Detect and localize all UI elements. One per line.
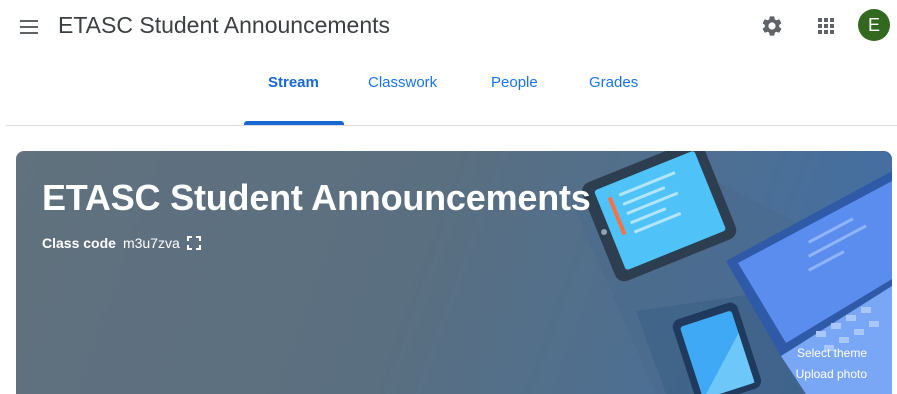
class-code-value: m3u7zva [122,235,180,251]
select-theme-link[interactable]: Select theme [797,346,867,360]
tab-stream[interactable]: Stream [268,74,319,91]
google-apps-button[interactable] [810,10,842,42]
fullscreen-icon [186,236,201,250]
top-app-bar: ETASC Student Announcements E [0,0,897,52]
class-code-row: Class code m3u7zva [42,235,202,251]
main-menu-button[interactable] [14,12,44,42]
apps-grid-icon [818,18,834,34]
settings-button[interactable] [756,10,788,42]
hamburger-menu-icon [20,20,38,34]
tab-grades[interactable]: Grades [589,74,638,91]
class-title[interactable]: ETASC Student Announcements [58,10,390,40]
banner-class-title: ETASC Student Announcements [42,177,591,218]
class-tabs: Stream Classwork People Grades [0,52,897,126]
class-banner: ETASC Student Announcements Class code m… [16,151,892,394]
tab-people[interactable]: People [491,74,538,91]
account-avatar[interactable]: E [858,9,890,41]
class-code-label: Class code [42,235,116,251]
gear-icon [762,16,782,36]
tabs-divider [6,125,897,126]
upload-photo-link[interactable]: Upload photo [796,367,867,381]
display-class-code-button[interactable] [186,235,202,251]
tab-classwork[interactable]: Classwork [368,74,437,91]
